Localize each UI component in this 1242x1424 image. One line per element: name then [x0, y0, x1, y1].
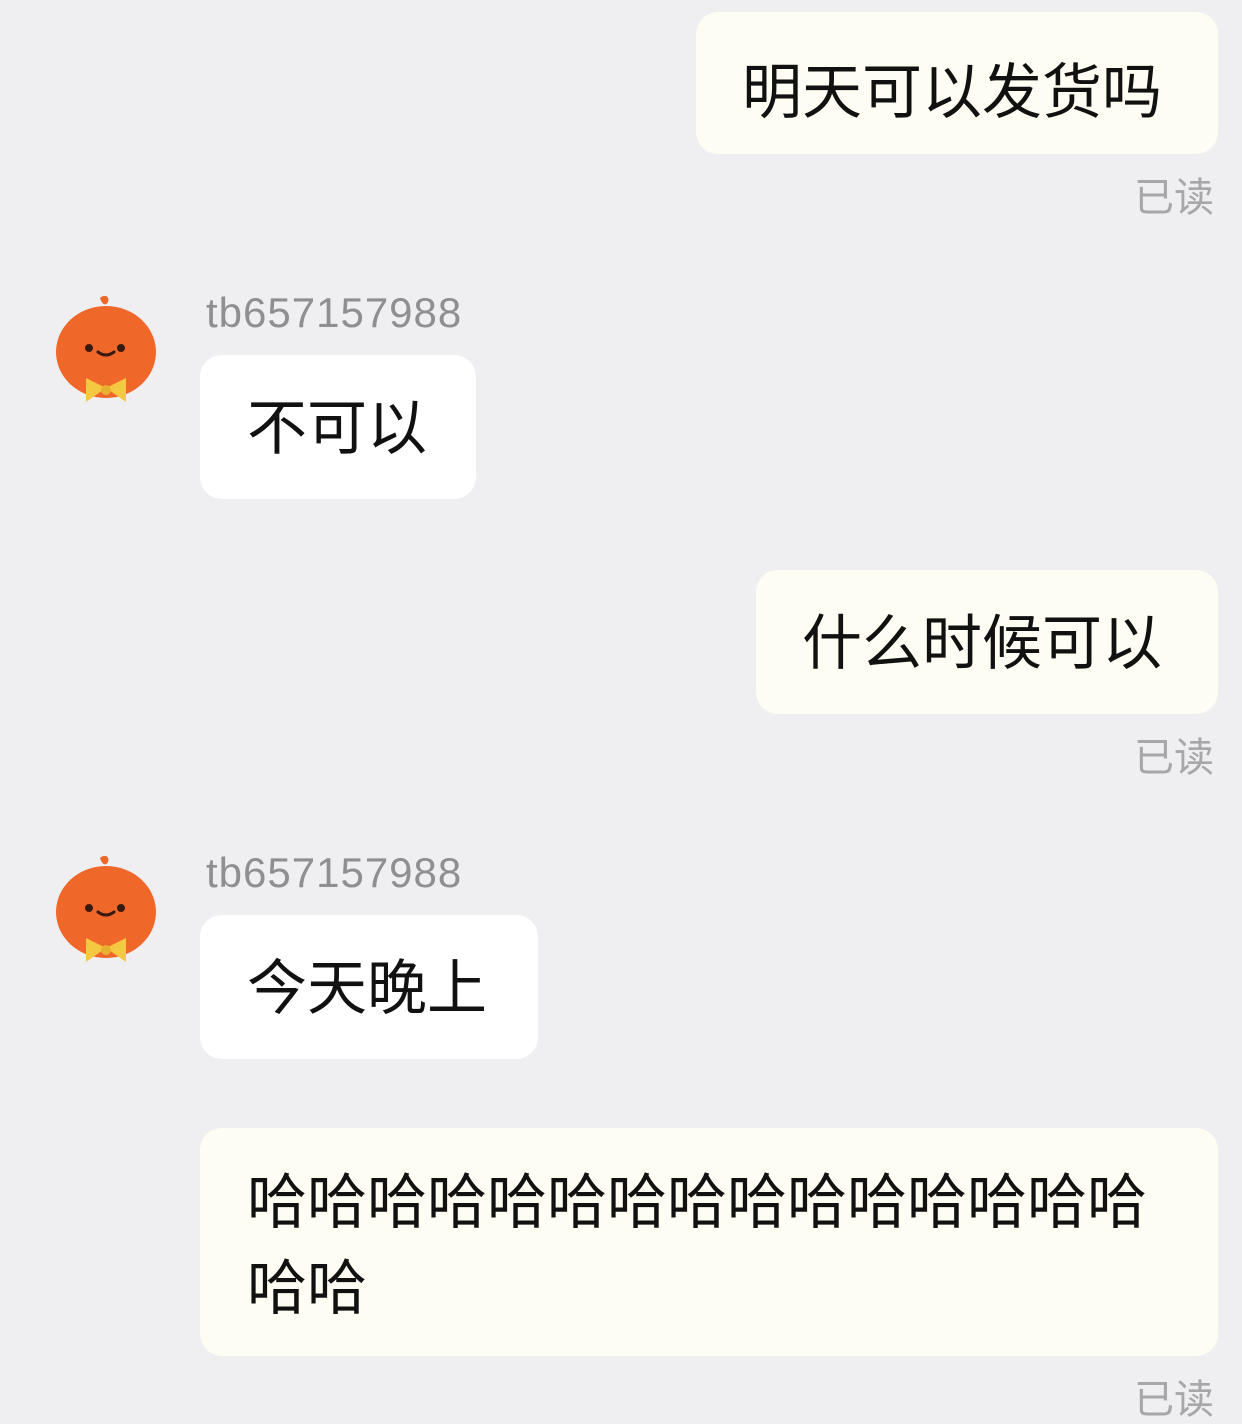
orange-mascot-icon: [56, 295, 156, 402]
outgoing-message-bubble[interactable]: 明天可以发货吗: [696, 12, 1218, 154]
message-text: 不可以: [247, 394, 427, 464]
message-text: 明天可以发货吗: [742, 58, 1162, 128]
read-status: 已读: [1134, 1377, 1214, 1423]
chat-conversation: 明天可以发货吗 已读 tb657157988 不可以 什么时候可以 已读 tb6…: [0, 0, 1242, 1423]
incoming-message-bubble[interactable]: 今天晚上: [200, 915, 538, 1059]
avatar[interactable]: [50, 292, 160, 412]
message-text: 今天晚上: [247, 954, 487, 1024]
incoming-message-bubble[interactable]: 不可以: [200, 355, 476, 499]
sender-name: tb657157988: [206, 289, 463, 336]
outgoing-message-bubble[interactable]: 什么时候可以: [756, 570, 1218, 714]
outgoing-message-bubble[interactable]: 哈哈哈哈哈哈哈哈哈哈哈哈哈哈哈哈哈: [200, 1128, 1218, 1356]
message-text: 哈哈哈哈哈哈哈哈哈哈哈哈哈哈哈哈哈: [247, 1168, 1147, 1324]
orange-mascot-icon: [56, 855, 156, 962]
avatar[interactable]: [50, 852, 160, 972]
sender-name: tb657157988: [206, 849, 463, 896]
read-status: 已读: [1134, 175, 1214, 221]
message-text: 什么时候可以: [802, 609, 1162, 679]
read-status: 已读: [1134, 735, 1214, 781]
